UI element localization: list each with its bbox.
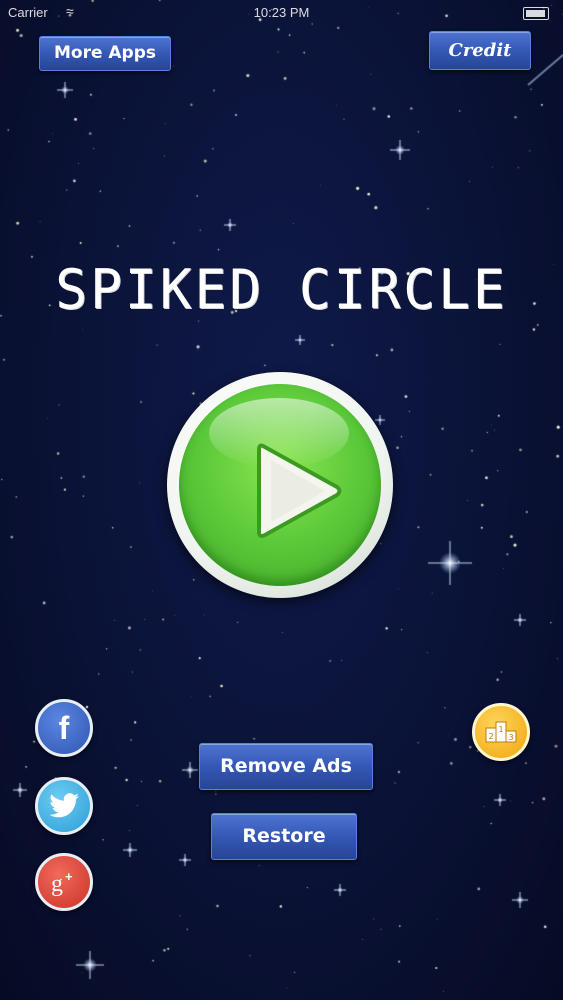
play-button[interactable] [167,372,393,598]
facebook-icon: f [38,702,90,754]
svg-text:3: 3 [508,733,513,742]
twitter-button[interactable] [35,777,93,835]
svg-text:2: 2 [488,732,493,741]
svg-text:1: 1 [498,725,503,734]
play-button-face [179,384,381,586]
more-apps-button[interactable]: More Apps [39,36,171,71]
svg-text:g: g [51,871,63,897]
status-time: 10:23 PM [253,5,310,20]
status-bar: Carrier ≈ 10:23 PM [0,0,563,26]
game-title: SPIKED CIRCLE [55,258,508,321]
google-plus-icon: g + [38,856,90,908]
google-plus-button[interactable]: g + [35,853,93,911]
twitter-icon [38,780,90,832]
svg-text:f: f [59,711,70,745]
remove-ads-button[interactable]: Remove Ads [199,743,373,790]
battery-icon [523,7,549,20]
play-icon [257,443,342,538]
credit-button[interactable]: Credit [429,31,531,70]
podium-icon: 2 1 3 [475,706,527,758]
restore-button[interactable]: Restore [211,813,357,860]
facebook-button[interactable]: f [35,699,93,757]
svg-text:+: + [65,869,73,884]
leaderboard-button[interactable]: 2 1 3 [472,703,530,761]
